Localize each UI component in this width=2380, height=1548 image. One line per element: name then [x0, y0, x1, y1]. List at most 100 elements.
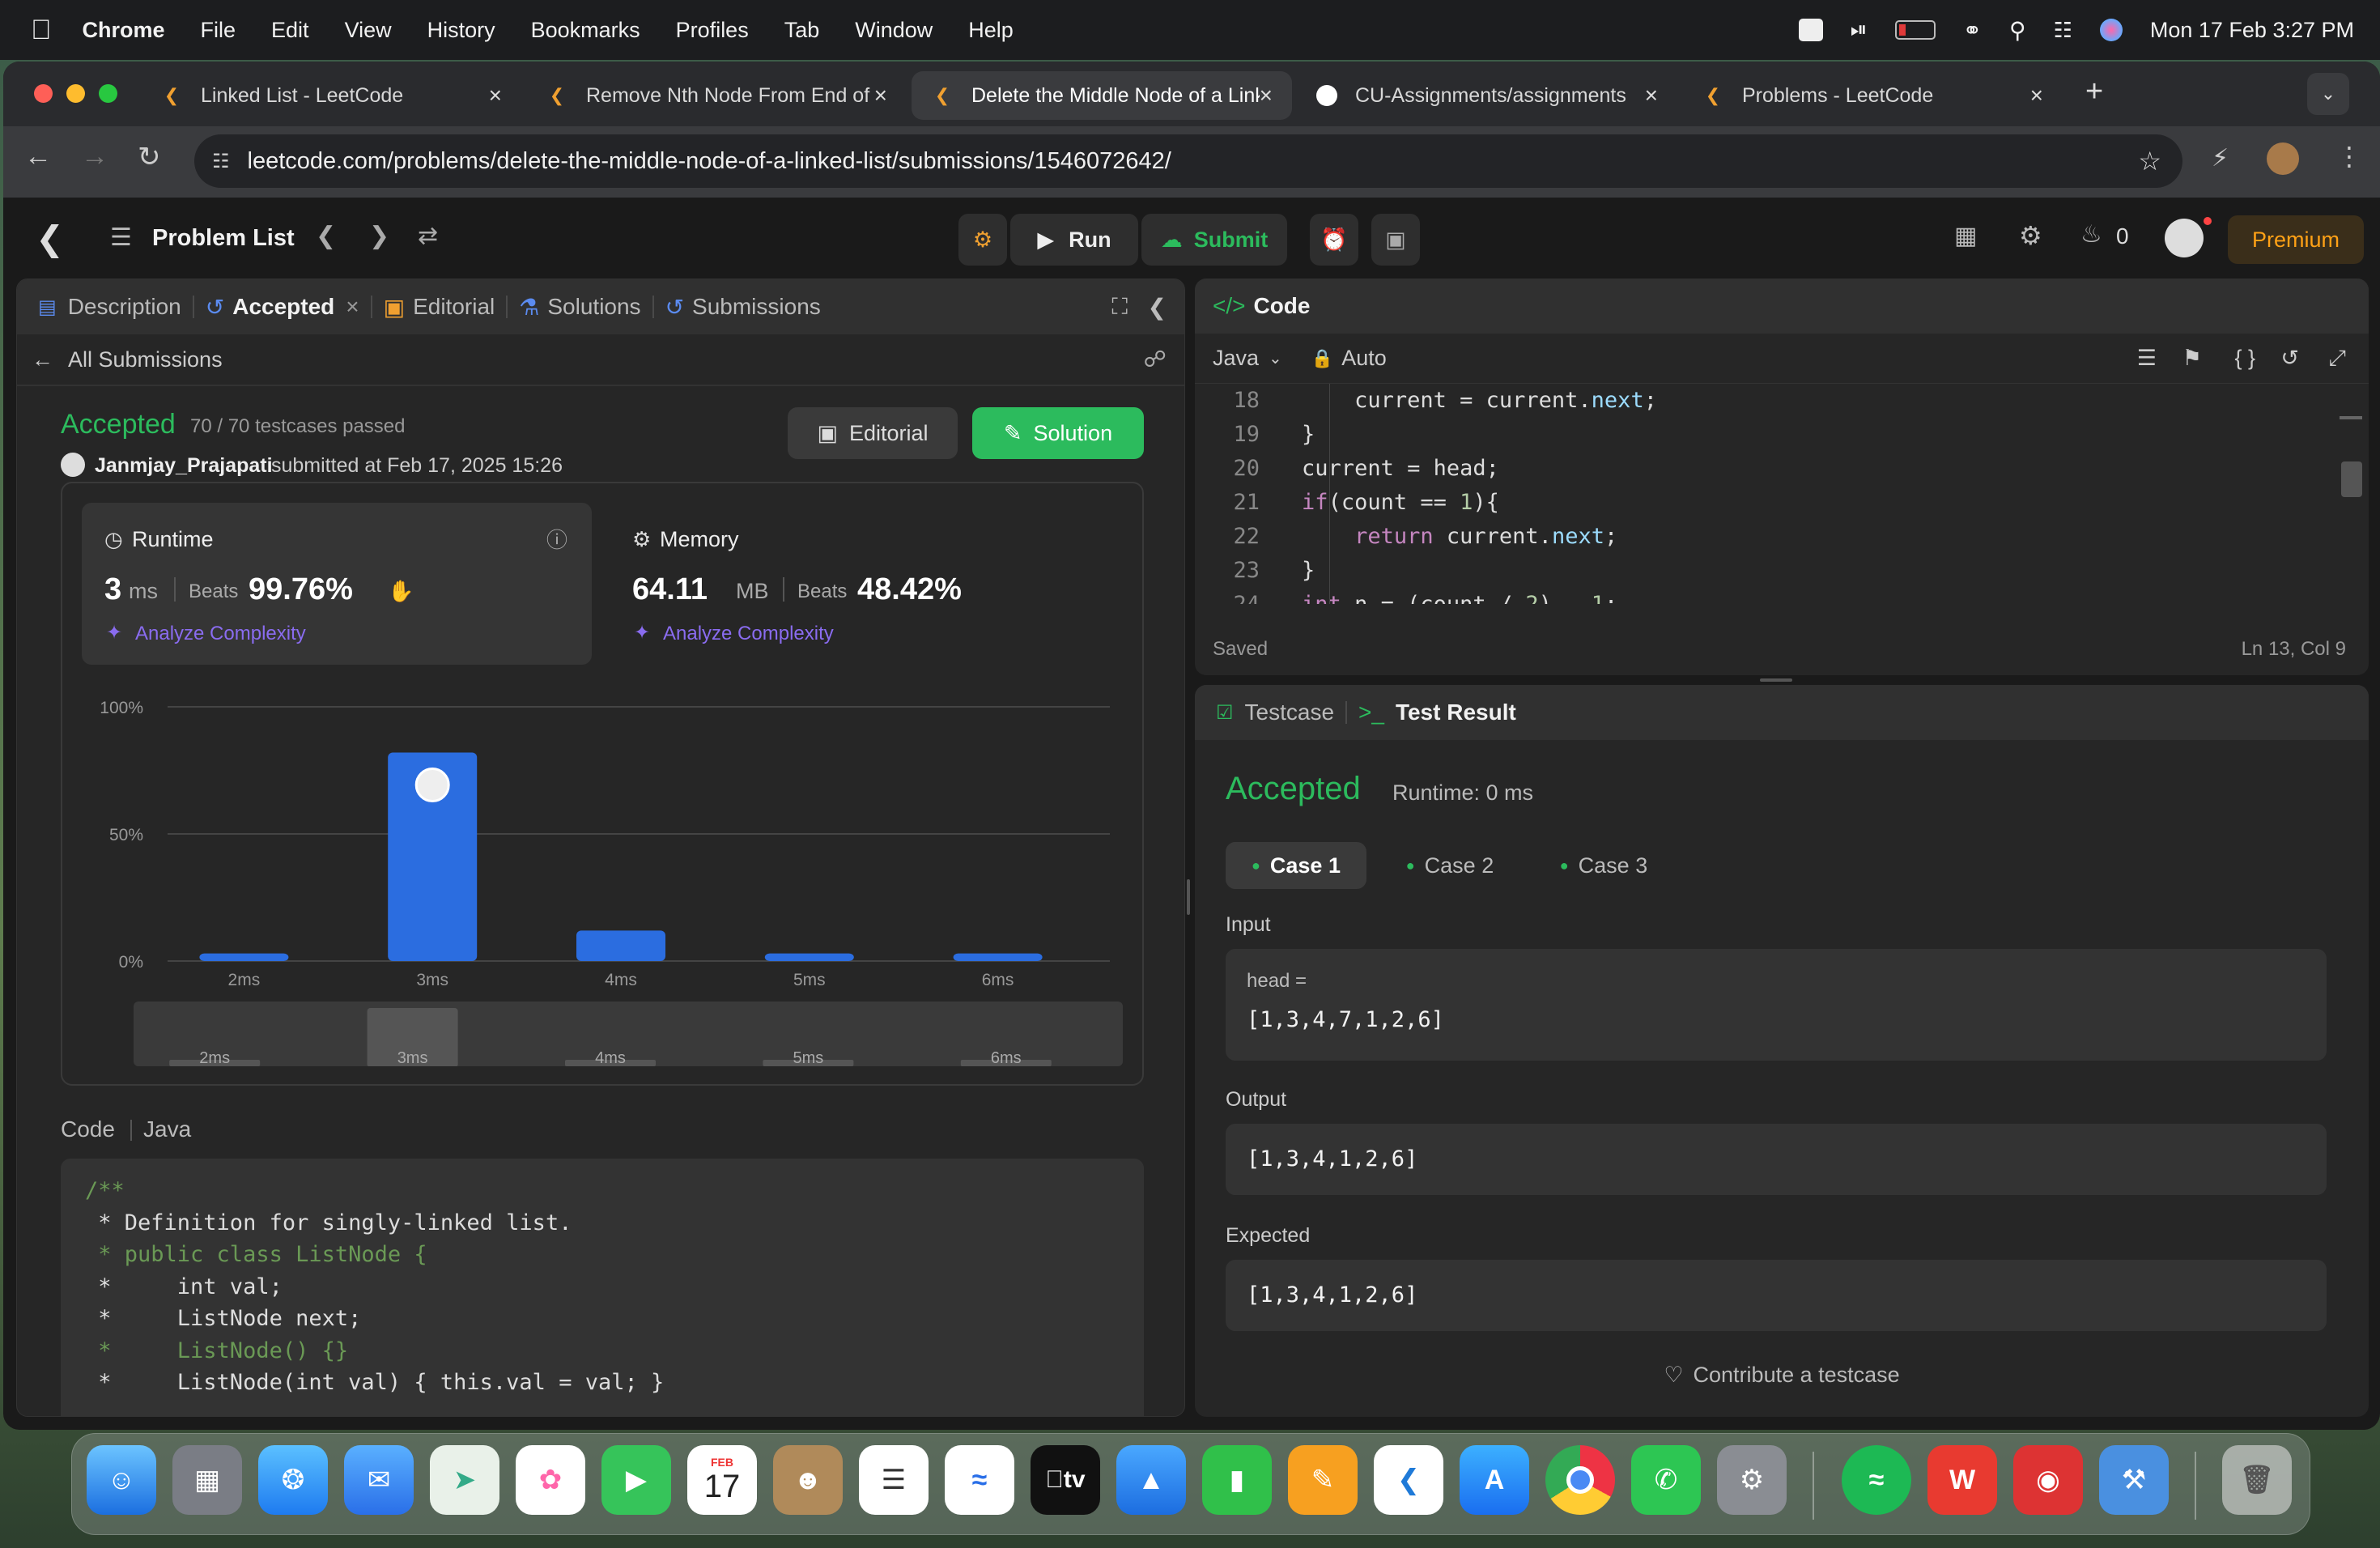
run-button[interactable]: ▶ Run: [1010, 214, 1138, 266]
scrollbar-thumb[interactable]: [2341, 461, 2362, 497]
wps-office-icon[interactable]: W: [1927, 1445, 1997, 1515]
menu-profiles[interactable]: Profiles: [676, 18, 749, 43]
tab-accepted[interactable]: Accepted: [232, 294, 334, 320]
back-icon[interactable]: ←: [24, 141, 52, 172]
photos-icon[interactable]: ✿: [516, 1445, 585, 1515]
media-play-icon[interactable]: ⏯: [1851, 17, 1868, 43]
runtime-card[interactable]: ◷ Runtime ⓘ 3 ms Beats 99.76% ✋ ✦ Analyz…: [82, 503, 592, 665]
leetcode-logo-icon[interactable]: ❮: [36, 219, 64, 258]
contacts-icon[interactable]: ☻: [773, 1445, 843, 1515]
user-avatar[interactable]: [2165, 219, 2204, 257]
output-field[interactable]: [1,3,4,1,2,6]: [1226, 1124, 2327, 1195]
editorial-button[interactable]: ▣ Editorial: [788, 407, 958, 459]
collapse-icon[interactable]: ❮: [1148, 294, 1167, 321]
language-select[interactable]: Java: [1213, 346, 1259, 371]
reminders-icon[interactable]: ☰: [859, 1445, 929, 1515]
prev-problem-icon[interactable]: ❮: [316, 222, 336, 250]
maps-icon[interactable]: ➤: [430, 1445, 499, 1515]
browser-menu-icon[interactable]: ⋮: [2336, 141, 2362, 172]
finder-icon[interactable]: ☺: [87, 1445, 156, 1515]
memory-card[interactable]: ⚙ Memory 64.11 MB Beats 48.42% ✦ Analyze…: [610, 503, 1120, 665]
address-bar[interactable]: ☷ leetcode.com/problems/delete-the-middl…: [194, 134, 2182, 188]
reset-icon[interactable]: ↺: [2280, 346, 2299, 371]
pages-icon[interactable]: ✎: [1288, 1445, 1358, 1515]
photo-booth-icon[interactable]: ◉: [2013, 1445, 2083, 1515]
vscode-icon[interactable]: ❮: [1374, 1445, 1443, 1515]
tab-submissions[interactable]: Submissions: [692, 294, 821, 320]
control-center-icon[interactable]: ☷: [2054, 18, 2072, 43]
extension-icon[interactable]: ⚡: [2212, 144, 2229, 172]
browser-tab[interactable]: ❮ Remove Nth Node From End of List ×: [526, 71, 907, 120]
search-icon[interactable]: ⚲: [2009, 17, 2026, 44]
close-tab-icon[interactable]: ×: [1645, 83, 1658, 108]
chrome-icon[interactable]: [1545, 1445, 1615, 1515]
close-window-button[interactable]: [34, 84, 53, 103]
close-tab-icon[interactable]: ×: [1260, 83, 1273, 108]
profile-avatar[interactable]: [2267, 142, 2299, 175]
app-store-icon[interactable]: A: [1460, 1445, 1529, 1515]
trash-icon[interactable]: 🗑: [2222, 1445, 2292, 1515]
forward-icon[interactable]: →: [81, 141, 108, 172]
debug-icon[interactable]: ⚙: [958, 214, 1007, 266]
tab-editorial[interactable]: Editorial: [413, 294, 495, 320]
next-problem-icon[interactable]: ❯: [369, 222, 389, 250]
menu-help[interactable]: Help: [968, 18, 1014, 43]
browser-tab-active[interactable]: ❮ Delete the Middle Node of a Linked Lis…: [912, 71, 1292, 120]
menu-view[interactable]: View: [345, 18, 392, 43]
close-tab-icon[interactable]: ×: [489, 83, 502, 108]
analyze-complexity-link[interactable]: Analyze Complexity: [135, 623, 306, 645]
spotify-icon[interactable]: ≈: [1842, 1445, 1911, 1515]
clock-text[interactable]: Mon 17 Feb 3:27 PM: [2150, 18, 2354, 43]
keynote-icon[interactable]: ▲: [1116, 1445, 1186, 1515]
calendar-icon[interactable]: FEB 17: [687, 1445, 757, 1515]
wps-icon[interactable]: [1798, 19, 1823, 41]
freeform-icon[interactable]: ≈: [945, 1445, 1014, 1515]
tab-search-icon[interactable]: ⌄: [2307, 73, 2349, 115]
browser-tab[interactable]: ❮ Linked List - LeetCode ×: [141, 71, 521, 120]
launchpad-icon[interactable]: ▦: [172, 1445, 242, 1515]
info-icon[interactable]: ⓘ: [546, 524, 567, 554]
whatsapp-icon[interactable]: ✆: [1631, 1445, 1701, 1515]
layout-icon[interactable]: ▦: [1954, 222, 1977, 250]
reload-icon[interactable]: ↻: [138, 141, 161, 173]
close-tab-icon[interactable]: ×: [874, 83, 887, 108]
settings-gear-icon[interactable]: ⚙: [2019, 220, 2042, 251]
editor-code-area[interactable]: 18 current = current.next; 19 } 20 current…: [1195, 384, 2336, 604]
battery-icon[interactable]: [1894, 20, 1936, 40]
expand-icon[interactable]: ⤢: [2328, 346, 2346, 372]
tab-description[interactable]: Description: [68, 294, 181, 320]
notes-icon[interactable]: ▣: [1371, 214, 1420, 266]
apple-tv-icon[interactable]: tv: [1031, 1445, 1100, 1515]
menu-history[interactable]: History: [427, 18, 495, 43]
all-submissions-link[interactable]: ← All Submissions: [32, 347, 223, 372]
bookmark-icon[interactable]: ⚑: [2182, 346, 2202, 371]
menu-file[interactable]: File: [201, 18, 236, 43]
mode-label[interactable]: Auto: [1341, 346, 1387, 371]
close-tab-icon[interactable]: ×: [2030, 83, 2043, 108]
menu-app-name[interactable]: Chrome: [83, 18, 165, 43]
problem-list-link[interactable]: Problem List: [152, 225, 295, 252]
submission-code[interactable]: /** * Definition for singly-linked list.…: [61, 1159, 1144, 1416]
case-2-tab[interactable]: ● Case 2: [1379, 842, 1520, 889]
menu-window[interactable]: Window: [855, 18, 933, 43]
facetime-icon[interactable]: ▶: [601, 1445, 671, 1515]
fullscreen-icon[interactable]: ⛶: [1111, 294, 1128, 321]
streak-fire-icon[interactable]: ♨: [2080, 220, 2102, 249]
contribute-testcase-link[interactable]: ♡ Contribute a testcase: [1195, 1350, 2369, 1399]
site-info-icon[interactable]: ☷: [212, 150, 230, 173]
username[interactable]: Janmjay_Prajapati: [95, 454, 273, 478]
minimize-window-button[interactable]: [66, 84, 85, 103]
apple-icon[interactable]: : [31, 15, 52, 46]
format-icon[interactable]: ☰: [2137, 346, 2157, 371]
link-icon[interactable]: ⚭: [1963, 17, 1982, 44]
url-text[interactable]: leetcode.com/problems/delete-the-middle-…: [248, 148, 1171, 175]
menu-edit[interactable]: Edit: [271, 18, 309, 43]
safari-icon[interactable]: ❂: [258, 1445, 328, 1515]
vertical-resize-handle[interactable]: [1187, 879, 1190, 915]
input-field[interactable]: head = [1,3,4,7,1,2,6]: [1226, 949, 2327, 1061]
menu-tab[interactable]: Tab: [784, 18, 820, 43]
case-3-tab[interactable]: ● Case 3: [1533, 842, 1674, 889]
numbers-icon[interactable]: ▮: [1202, 1445, 1272, 1515]
tab-testcase[interactable]: Testcase: [1245, 700, 1335, 725]
shuffle-icon[interactable]: ⇄: [418, 222, 438, 250]
